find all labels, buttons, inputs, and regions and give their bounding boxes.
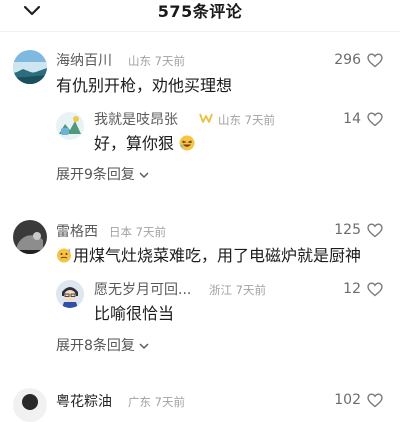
like-count: 12	[343, 281, 361, 297]
sweat-emoji-icon	[57, 248, 71, 263]
comment-author[interactable]: 雷格西	[56, 221, 98, 241]
heart-outline-icon[interactable]	[367, 282, 383, 297]
comment-time: 7天前	[154, 54, 185, 68]
comment-meta: 山东 7天前	[128, 53, 185, 69]
heart-outline-icon[interactable]	[367, 112, 383, 127]
reply-location: 山东	[218, 113, 241, 127]
avatar[interactable]	[13, 50, 47, 84]
comment-text: 有仇别开枪，劝他买理想	[56, 76, 233, 95]
expand-replies-button[interactable]: 展开8条回复	[56, 335, 149, 355]
like-count: 296	[334, 52, 361, 68]
avatar[interactable]	[56, 280, 84, 308]
expand-replies-label: 展开8条回复	[56, 338, 135, 354]
reply-time: 7天前	[244, 113, 275, 127]
chevron-down-small-icon	[139, 343, 149, 349]
reply-meta: 浙江 7天前	[209, 282, 266, 298]
comments-header: 575条评论	[0, 0, 400, 24]
reply-text: 比喻很恰当	[94, 304, 175, 323]
reply-meta: 山东 7天前	[218, 112, 275, 128]
header-divider	[0, 31, 400, 32]
heart-outline-icon[interactable]	[367, 53, 383, 68]
comment-location: 广东	[128, 395, 151, 409]
comment-author[interactable]: 粤花粽油	[56, 391, 112, 411]
comment-text: 用煤气灶烧菜难吃，用了电磁炉就是厨神	[56, 242, 361, 266]
like-count: 102	[334, 392, 361, 408]
reply-author[interactable]: 我就是吱昂张	[94, 109, 178, 129]
laughing-emoji-icon	[179, 135, 195, 151]
heart-outline-icon[interactable]	[367, 223, 383, 238]
reply-text: 好，算你狠	[94, 130, 195, 154]
reply-text-content: 好，算你狠	[94, 134, 175, 153]
author-badge-icon	[199, 113, 213, 123]
like-count: 14	[343, 111, 361, 127]
comment-time: 7天前	[135, 225, 166, 239]
comment-location: 日本	[109, 225, 132, 239]
comment-meta: 广东 7天前	[128, 394, 185, 410]
comment-time: 7天前	[154, 395, 185, 409]
like-count: 125	[334, 222, 361, 238]
expand-replies-button[interactable]: 展开9条回复	[56, 164, 149, 184]
chevron-down-small-icon	[139, 172, 149, 178]
comment-location: 山东	[128, 54, 151, 68]
expand-replies-label: 展开9条回复	[56, 167, 135, 183]
avatar[interactable]	[13, 220, 47, 254]
comment-meta: 日本 7天前	[109, 224, 166, 240]
comment-count-title: 575条评论	[157, 2, 243, 21]
avatar[interactable]	[56, 112, 84, 140]
comment-author[interactable]: 海纳百川	[56, 50, 112, 70]
avatar[interactable]	[13, 388, 47, 422]
heart-outline-icon[interactable]	[367, 393, 383, 408]
reply-time: 7天前	[235, 283, 266, 297]
reply-author[interactable]: 愿无岁月可回...	[94, 279, 191, 299]
comment-text-content: 用煤气灶烧菜难吃，用了电磁炉就是厨神	[73, 246, 362, 265]
reply-location: 浙江	[209, 283, 232, 297]
